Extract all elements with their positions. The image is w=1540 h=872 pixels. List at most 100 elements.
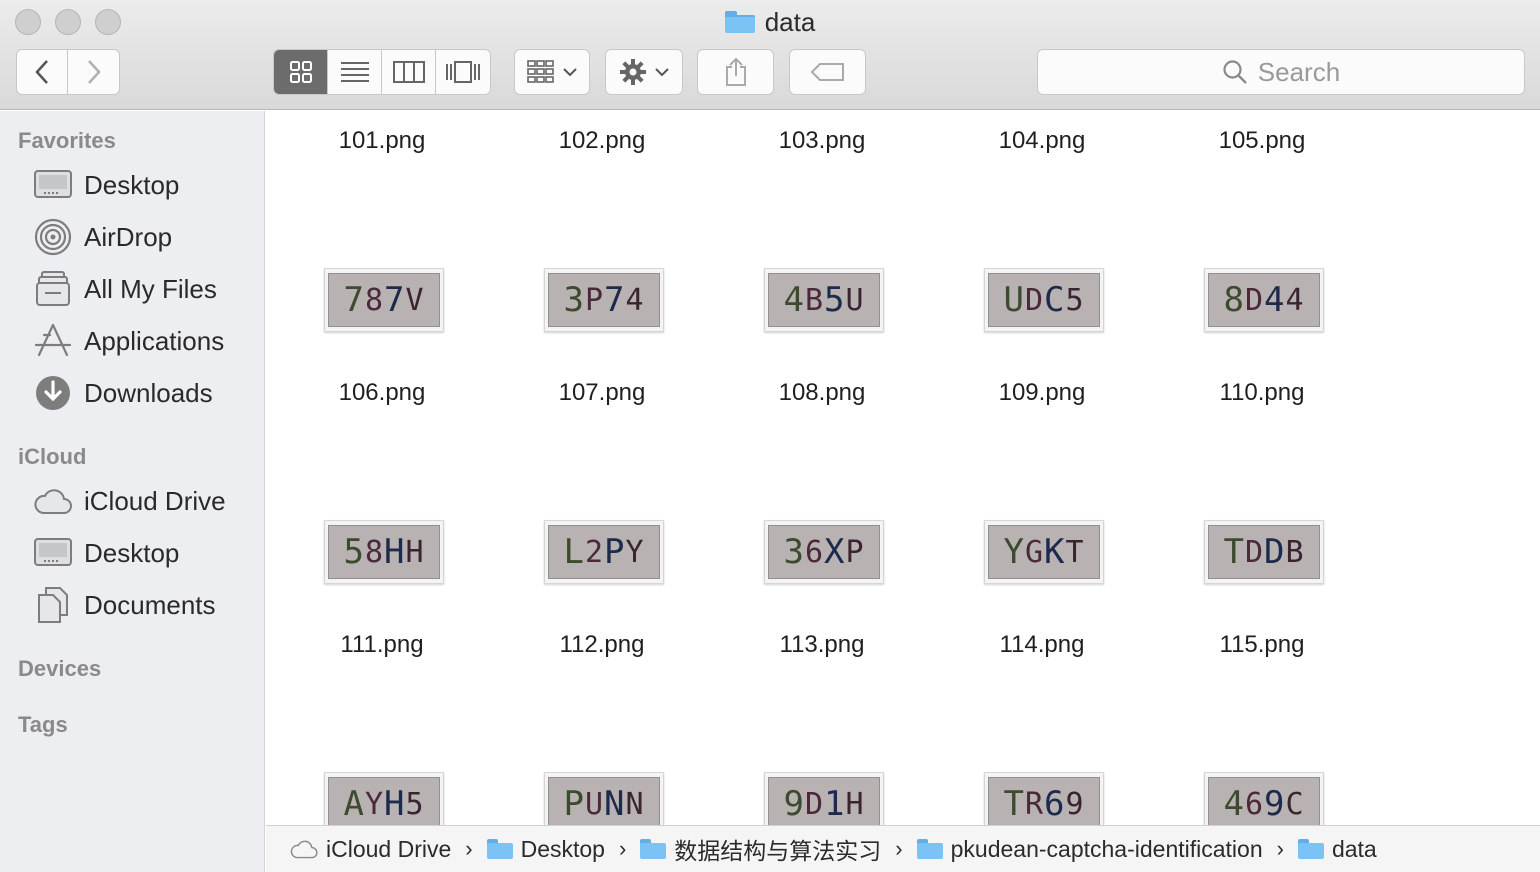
captcha-glyph: 7: [604, 280, 626, 320]
captcha-glyph: 4: [625, 282, 645, 318]
captcha-glyph: Y: [625, 534, 645, 570]
path-item-desktop[interactable]: Desktop: [486, 836, 605, 863]
file-thumbnail[interactable]: L2PY: [544, 520, 664, 584]
file-thumbnail[interactable]: AYH5: [324, 772, 444, 825]
column-view-button[interactable]: [382, 50, 436, 94]
captcha-image: L2PY: [548, 525, 660, 579]
file-label[interactable]: 103.png: [722, 127, 922, 155]
documents-icon: [34, 586, 72, 624]
sidebar-section-devices[interactable]: Devices: [18, 656, 101, 682]
file-thumbnail[interactable]: 3P74: [544, 268, 664, 332]
path-item-label: pkudean-captcha-identification: [950, 835, 1263, 862]
file-thumbnail[interactable]: TR69: [984, 772, 1104, 825]
chevron-down-icon: [655, 68, 669, 77]
captcha-glyph: B: [804, 282, 824, 318]
file-label[interactable]: 114.png: [942, 631, 1142, 659]
file-thumbnail[interactable]: PUNN: [544, 772, 664, 825]
file-label[interactable]: 115.png: [1162, 631, 1362, 659]
cover-flow-view-button[interactable]: [436, 50, 490, 94]
sidebar-item-label: Downloads: [84, 377, 213, 408]
captcha-image: PUNN: [548, 777, 660, 825]
folder-icon: [916, 839, 943, 859]
sidebar-item-applications[interactable]: Applications: [34, 319, 224, 363]
file-label[interactable]: 101.png: [282, 127, 482, 155]
captcha-glyph: D: [1264, 532, 1286, 572]
file-label[interactable]: 104.png: [942, 127, 1142, 155]
file-label[interactable]: 109.png: [942, 379, 1142, 407]
list-view-button[interactable]: [328, 50, 382, 94]
file-thumbnail[interactable]: 9D1H: [764, 772, 884, 825]
sidebar-item-airdrop[interactable]: AirDrop: [34, 215, 172, 259]
file-thumbnail[interactable]: 469C: [1204, 772, 1324, 825]
captcha-image: 9D1H: [768, 777, 880, 825]
icon-view-button[interactable]: [274, 50, 328, 94]
captcha-glyph: 3: [783, 532, 805, 572]
file-label[interactable]: 105.png: [1162, 127, 1362, 155]
forward-button[interactable]: [68, 50, 119, 94]
file-thumbnail[interactable]: TDDB: [1204, 520, 1324, 584]
file-thumbnail[interactable]: YGKT: [984, 520, 1104, 584]
search-field[interactable]: Search: [1037, 49, 1525, 95]
file-label[interactable]: 107.png: [502, 379, 702, 407]
file-label[interactable]: 108.png: [722, 379, 922, 407]
file-label[interactable]: 110.png: [1162, 379, 1362, 407]
downloads-icon: [34, 374, 72, 412]
captcha-glyph: G: [1024, 534, 1044, 570]
path-item-course-folder[interactable]: 数据结构与算法实习: [640, 832, 881, 866]
captcha-glyph: 4: [783, 280, 805, 320]
sidebar: Favorites Desktop AirDrop All My Files A…: [0, 111, 265, 872]
file-label[interactable]: 111.png: [282, 631, 482, 659]
file-label[interactable]: 106.png: [282, 379, 482, 407]
sidebar-section-favorites: Favorites: [18, 128, 116, 153]
captcha-glyph: C: [1285, 786, 1305, 822]
captcha-glyph: 7: [343, 280, 365, 320]
path-item-data[interactable]: data: [1297, 836, 1377, 863]
captcha-image: 787V: [328, 273, 440, 327]
edit-tags-button[interactable]: [789, 49, 866, 95]
share-button[interactable]: [697, 49, 774, 95]
sidebar-item-downloads[interactable]: Downloads: [34, 371, 213, 415]
sidebar-item-documents[interactable]: Documents: [34, 583, 216, 627]
file-thumbnail[interactable]: 787V: [324, 268, 444, 332]
chevron-left-icon: [35, 60, 48, 84]
folder-icon: [724, 11, 755, 33]
file-thumbnail[interactable]: UDC5: [984, 268, 1104, 332]
gear-icon: [620, 59, 646, 85]
sidebar-section-tags[interactable]: Tags: [18, 712, 68, 738]
path-item-icloud-drive[interactable]: iCloud Drive: [290, 836, 451, 863]
window-title-text: data: [764, 6, 816, 37]
captcha-glyph: 4: [1285, 282, 1305, 318]
path-item-project-folder[interactable]: pkudean-captcha-identification: [916, 835, 1263, 863]
file-thumbnail[interactable]: 58HH: [324, 520, 444, 584]
captcha-glyph: T: [1003, 784, 1025, 824]
sidebar-item-label: Applications: [84, 325, 225, 356]
desktop-icon: [34, 166, 72, 204]
sidebar-item-all-my-files[interactable]: All My Files: [34, 267, 217, 311]
captcha-glyph: P: [604, 532, 626, 572]
captcha-image: YGKT: [988, 525, 1100, 579]
arrange-grid-icon: [527, 60, 554, 83]
captcha-glyph: D: [1024, 282, 1044, 318]
file-thumbnail[interactable]: 36XP: [764, 520, 884, 584]
sidebar-item-label: iCloud Drive: [84, 485, 226, 516]
captcha-image: 58HH: [328, 525, 440, 579]
sidebar-item-icloud-desktop[interactable]: Desktop: [34, 531, 179, 575]
file-label[interactable]: 102.png: [502, 127, 702, 155]
finder-window: data Search Favorites Desktop AirDrop Al…: [0, 0, 1540, 872]
back-button[interactable]: [17, 50, 68, 94]
file-label[interactable]: 113.png: [722, 631, 922, 659]
file-label[interactable]: 112.png: [502, 631, 702, 659]
captcha-glyph: Y: [1003, 532, 1025, 572]
sidebar-item-icloud-drive[interactable]: iCloud Drive: [34, 479, 226, 523]
sidebar-item-label: AirDrop: [84, 221, 173, 252]
airdrop-icon: [34, 218, 72, 256]
nav-buttons: [16, 49, 120, 95]
file-thumbnail[interactable]: 4B5U: [764, 268, 884, 332]
captcha-glyph: 5: [824, 280, 846, 320]
arrange-button[interactable]: [514, 49, 590, 95]
captcha-glyph: 9: [783, 784, 805, 824]
file-thumbnail[interactable]: 8D44: [1204, 268, 1324, 332]
captcha-glyph: 5: [343, 532, 365, 572]
sidebar-item-desktop[interactable]: Desktop: [34, 163, 179, 207]
action-button[interactable]: [605, 49, 683, 95]
